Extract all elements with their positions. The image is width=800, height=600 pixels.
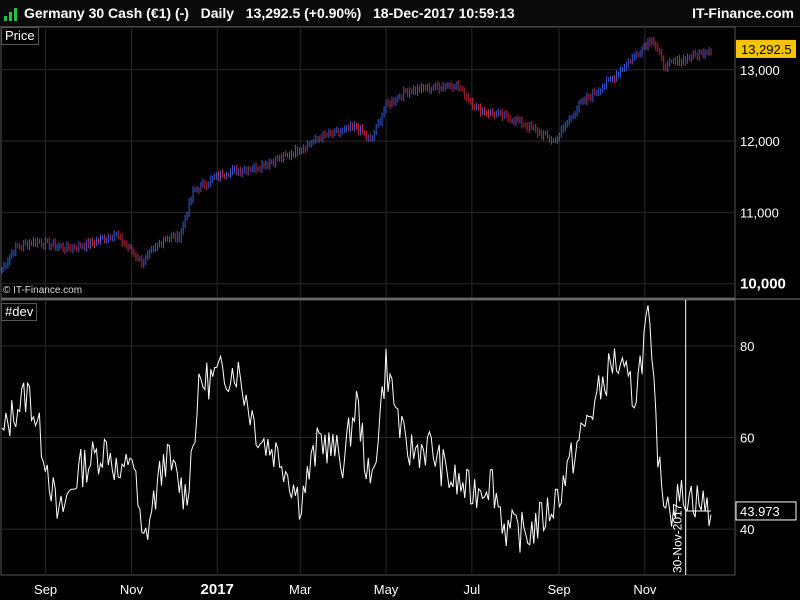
x-tick-label: Sep [34,582,57,597]
dev-y-tick: 60 [740,431,754,446]
last-dev-value: 43.973 [740,504,780,519]
x-tick-label: Jul [464,582,481,597]
price-panel-frame [0,26,736,299]
price-panel-label: Price [1,27,39,45]
last-price-value: 13,292.5 [741,42,792,57]
watermark: © IT-Finance.com [3,285,83,296]
x-tick-label: Sep [548,582,571,597]
x-tick-label: Mar [289,582,312,597]
price-y-tick: 12,000 [740,134,780,149]
price-y-tick: 11,000 [740,205,779,220]
x-tick-label: Nov [120,582,144,597]
dev-panel-label: #dev [1,303,38,321]
x-tick-label: 2017 [201,581,234,598]
price-y-tick: 13,000 [740,63,780,78]
chart-area[interactable]: Sep Nov 2017 Mar May Jul Sep Nov 10,000 11,000 12,… [0,0,800,600]
x-tick-label: May [374,582,399,597]
cursor-date-label: 30-Nov-2017 [671,503,685,573]
x-tick-label: Nov [633,582,657,597]
dev-y-tick: 80 [740,339,754,354]
price-bars [1,36,712,274]
dev-y-tick: 40 [740,522,754,537]
price-y-tick: 10,000 [740,276,786,293]
dev-line [1,305,712,553]
